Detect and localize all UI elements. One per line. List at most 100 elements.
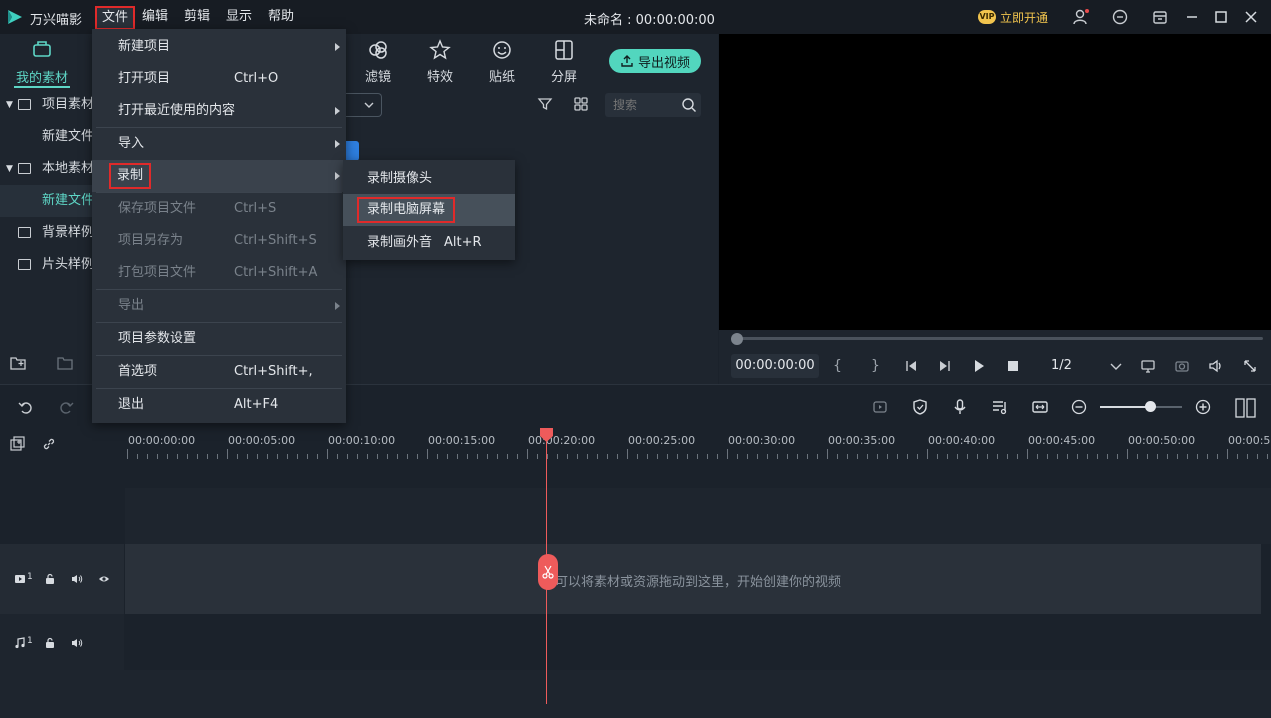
my-media-tab-icon[interactable] xyxy=(31,40,53,58)
feedback-icon[interactable] xyxy=(1111,8,1129,26)
tree-item-background-samples[interactable]: 背景样例 xyxy=(0,217,92,249)
speaker-icon[interactable] xyxy=(71,573,83,585)
ruler-ticks xyxy=(127,449,1268,459)
export-video-button[interactable]: 导出视频 xyxy=(609,49,701,73)
tab-stickers[interactable]: 贴纸 xyxy=(478,38,526,85)
maximize-icon[interactable] xyxy=(1212,8,1230,26)
tab-underline xyxy=(14,86,70,88)
menu-item-export[interactable]: 导出 xyxy=(92,290,346,322)
grid-view-icon[interactable] xyxy=(573,96,589,112)
volume-icon[interactable] xyxy=(1208,358,1224,374)
preview-progress-bar[interactable] xyxy=(737,337,1263,340)
media-thumbnail[interactable] xyxy=(345,141,359,161)
menu-view[interactable]: 显示 xyxy=(221,6,257,30)
menu-file[interactable]: 文件 xyxy=(95,6,136,30)
playhead-marker[interactable] xyxy=(540,428,553,442)
close-icon[interactable] xyxy=(1242,8,1260,26)
preview-quality-select[interactable]: 1/2 xyxy=(1051,358,1072,373)
menu-item-save-as[interactable]: 项目另存为 Ctrl+Shift+S xyxy=(92,225,346,257)
menu-item-record-screen[interactable]: 录制电脑屏幕 xyxy=(343,194,515,226)
menu-item-new-project[interactable]: 新建项目 xyxy=(92,31,346,63)
render-preview-icon[interactable] xyxy=(871,398,889,416)
menu-item-open-project[interactable]: 打开项目 Ctrl+O xyxy=(92,63,346,95)
vip-upgrade-button[interactable]: VIP 立即开通 xyxy=(978,8,1048,26)
next-frame-icon[interactable] xyxy=(937,358,953,374)
filter-funnel-icon[interactable] xyxy=(537,96,553,112)
tree-item-project-media[interactable]: ▼ 项目素材 xyxy=(0,89,92,121)
eye-icon[interactable] xyxy=(98,573,110,585)
link-icon[interactable] xyxy=(41,436,57,452)
store-icon[interactable] xyxy=(1151,8,1169,26)
zoom-slider-fill xyxy=(1100,406,1150,408)
stop-icon[interactable] xyxy=(1005,358,1021,374)
menu-help[interactable]: 帮助 xyxy=(263,6,299,30)
folder-icon xyxy=(18,259,31,270)
mark-out-icon[interactable]: } xyxy=(871,358,887,374)
new-folder-icon[interactable] xyxy=(10,356,26,370)
preview-window xyxy=(719,34,1271,330)
zoom-slider-handle[interactable] xyxy=(1145,401,1156,412)
menu-edit[interactable]: 编辑 xyxy=(137,6,173,30)
fullscreen-icon[interactable] xyxy=(1242,358,1258,374)
ruler-label: 00:00:50:00 xyxy=(1128,434,1196,447)
fit-timeline-icon[interactable] xyxy=(1031,398,1049,416)
panel-layout-icon[interactable] xyxy=(1235,398,1257,418)
menu-clip[interactable]: 剪辑 xyxy=(179,6,215,30)
playhead-scissors-handle[interactable] xyxy=(538,554,558,590)
search-icon[interactable] xyxy=(681,97,697,113)
empty-track-lane[interactable] xyxy=(125,488,1271,544)
menu-item-project-settings[interactable]: 项目参数设置 xyxy=(92,323,346,355)
video-track-icon xyxy=(14,573,26,585)
tree-item-intro-samples[interactable]: 片头样例 xyxy=(0,249,92,281)
menu-item-preferences[interactable]: 首选项 Ctrl+Shift+, xyxy=(92,356,346,388)
tab-split-screen[interactable]: 分屏 xyxy=(540,38,588,85)
menu-item-import[interactable]: 导入 xyxy=(92,128,346,160)
mark-in-icon[interactable]: { xyxy=(833,358,849,374)
submenu-arrow-icon xyxy=(335,43,340,51)
tree-item-new-folder-1[interactable]: 新建文件 xyxy=(0,121,92,153)
audio-mixer-icon[interactable] xyxy=(991,398,1009,416)
menu-item-record[interactable]: 录制 xyxy=(92,160,346,192)
speaker-icon[interactable] xyxy=(71,637,83,649)
chevron-down-icon[interactable] xyxy=(1108,358,1124,374)
play-icon[interactable] xyxy=(971,358,987,374)
tree-item-new-folder-2[interactable]: 新建文件 xyxy=(0,185,92,217)
menu-item-save-project[interactable]: 保存项目文件 Ctrl+S xyxy=(92,193,346,225)
zoom-in-icon[interactable] xyxy=(1194,398,1212,416)
zoom-out-icon[interactable] xyxy=(1070,398,1088,416)
ruler-label: 00:00:35:00 xyxy=(828,434,896,447)
snapshot-camera-icon[interactable] xyxy=(1174,358,1190,374)
audio-track-lane[interactable] xyxy=(125,614,1271,670)
undo-icon[interactable] xyxy=(17,398,35,416)
add-track-icon[interactable] xyxy=(9,436,25,452)
redo-icon[interactable] xyxy=(57,398,75,416)
category-dropdown[interactable] xyxy=(346,93,382,117)
my-media-tab[interactable]: 我的素材 xyxy=(16,67,68,86)
account-icon[interactable] xyxy=(1072,8,1090,26)
menu-item-exit[interactable]: 退出 Alt+F4 xyxy=(92,389,346,421)
submenu-arrow-icon xyxy=(335,140,340,148)
tab-effects[interactable]: 特效 xyxy=(416,38,464,85)
marker-shield-icon[interactable] xyxy=(911,398,929,416)
expand-arrow-icon[interactable]: ▼ xyxy=(6,89,13,121)
folder-outline-icon[interactable] xyxy=(57,356,73,370)
search-input[interactable] xyxy=(613,96,675,114)
ruler-label: 00:00:10:00 xyxy=(328,434,396,447)
display-monitor-icon[interactable] xyxy=(1140,358,1156,374)
preview-progress-handle[interactable] xyxy=(731,333,743,345)
menu-item-record-voiceover[interactable]: 录制画外音 Alt+R xyxy=(343,227,515,259)
previous-frame-icon[interactable] xyxy=(903,358,919,374)
tab-filters[interactable]: 滤镜 xyxy=(354,38,402,85)
file-menu-dropdown: 新建项目 打开项目 Ctrl+O 打开最近使用的内容 导入 录制 保存项目文件 Ct… xyxy=(92,29,346,423)
search-box[interactable] xyxy=(605,93,701,117)
expand-arrow-icon[interactable]: ▼ xyxy=(6,153,13,185)
lock-icon[interactable] xyxy=(44,637,56,649)
tree-item-local-media[interactable]: ▼ 本地素材 xyxy=(0,153,92,185)
menu-item-pack-project[interactable]: 打包项目文件 Ctrl+Shift+A xyxy=(92,257,346,289)
microphone-icon[interactable] xyxy=(951,398,969,416)
menu-item-record-webcam[interactable]: 录制摄像头 xyxy=(343,163,515,195)
lock-icon[interactable] xyxy=(44,573,56,585)
ruler-label: 00:00:30:00 xyxy=(728,434,796,447)
menu-item-open-recent[interactable]: 打开最近使用的内容 xyxy=(92,95,346,127)
minimize-icon[interactable] xyxy=(1183,8,1201,26)
